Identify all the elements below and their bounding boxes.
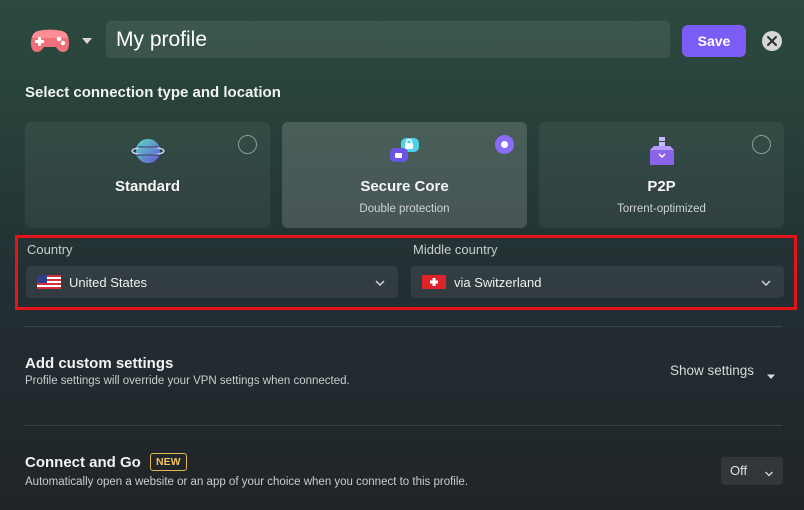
- chevron-down-icon: [760, 276, 772, 288]
- chevron-down-icon: [764, 466, 774, 477]
- secure-core-icon: [388, 136, 422, 166]
- connection-section-title: Select connection type and location: [25, 84, 281, 101]
- divider: [25, 326, 782, 327]
- card-title: Standard: [114, 178, 180, 195]
- gamepad-icon[interactable]: [30, 28, 70, 54]
- ch-flag-icon: [422, 275, 446, 289]
- connection-option-secure-core[interactable]: Secure Core Double protection: [282, 122, 527, 228]
- connect-and-go-description: Automatically open a website or an app o…: [25, 476, 469, 488]
- card-title: P2P: [647, 178, 676, 195]
- custom-settings-title: Add custom settings: [25, 355, 174, 372]
- save-button[interactable]: Save: [682, 25, 746, 57]
- custom-settings-description: Profile settings will override your VPN …: [25, 375, 350, 387]
- profile-icon-dropdown-icon[interactable]: [80, 34, 94, 48]
- radio-button[interactable]: [752, 135, 771, 154]
- p2p-icon: [645, 136, 679, 166]
- globe-icon: [130, 136, 165, 166]
- connect-and-go-value: Off: [730, 463, 748, 478]
- middle-country-value: via Switzerland: [454, 275, 542, 290]
- us-flag-icon: [37, 275, 61, 289]
- profile-header: Save: [0, 0, 804, 80]
- middle-country-label: Middle country: [413, 242, 498, 257]
- card-subtitle: Double protection: [359, 203, 450, 215]
- chevron-down-icon: [374, 276, 386, 288]
- connection-option-p2p[interactable]: P2P Torrent-optimized: [539, 122, 784, 228]
- connection-option-standard[interactable]: Standard: [25, 122, 270, 228]
- card-title: Secure Core: [360, 178, 449, 195]
- caret-down-icon[interactable]: [766, 368, 776, 379]
- connect-and-go-title: Connect and Go: [25, 454, 141, 471]
- country-label: Country: [27, 242, 73, 257]
- middle-country-select[interactable]: via Switzerland: [411, 266, 784, 298]
- profile-name-input[interactable]: [106, 21, 670, 58]
- radio-button[interactable]: [238, 135, 257, 154]
- new-badge: NEW: [150, 453, 187, 471]
- country-select[interactable]: United States: [26, 266, 398, 298]
- connect-and-go-select[interactable]: Off: [721, 457, 783, 485]
- country-value: United States: [69, 275, 148, 290]
- card-subtitle: Torrent-optimized: [617, 203, 706, 215]
- radio-button-selected[interactable]: [495, 135, 514, 154]
- show-settings-button[interactable]: Show settings: [670, 363, 754, 378]
- close-icon[interactable]: [762, 31, 782, 51]
- divider: [25, 425, 782, 426]
